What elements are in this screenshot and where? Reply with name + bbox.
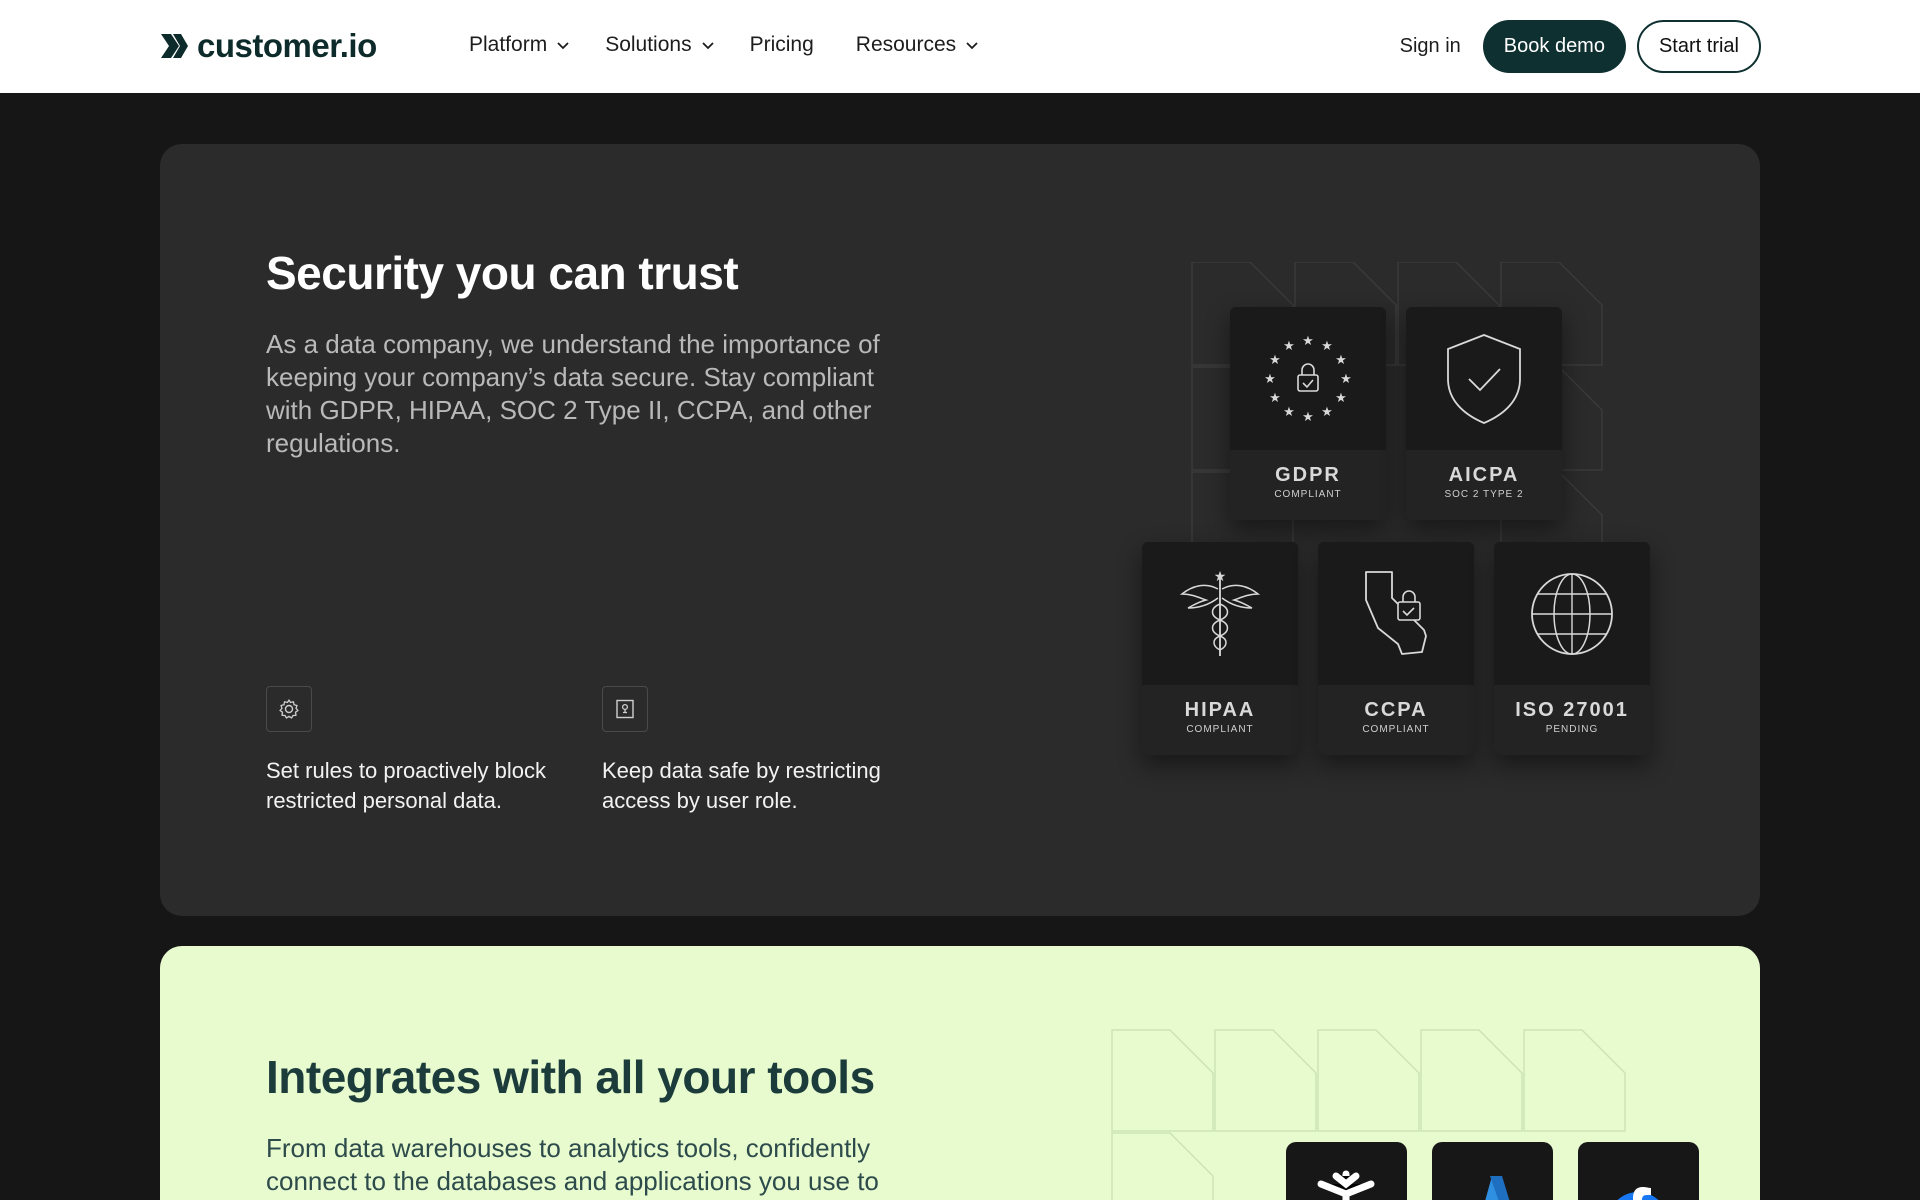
gear-icon: [266, 686, 312, 732]
svg-text:★: ★: [1302, 334, 1314, 349]
badge-name: ISO 27001: [1515, 699, 1629, 721]
nav-pricing-label: Pricing: [749, 33, 814, 56]
gdpr-badge: ★ ★ ★ ★ ★ ★ ★ ★ ★ ★ ★ ★ GDPR COMPLIANT: [1230, 307, 1386, 520]
nav-resources-label: Resources: [855, 33, 957, 56]
main-menu: Platform Solutions Pricing Resources: [469, 30, 1014, 60]
california-lock-icon: [1365, 570, 1427, 655]
facebook-tile: [1578, 1142, 1699, 1200]
start-trial-button[interactable]: Start trial: [1636, 20, 1761, 73]
badge-name: CCPA: [1364, 699, 1428, 721]
feature-role-access: Keep data safe by restricting access by …: [602, 686, 922, 816]
nav-solutions[interactable]: Solutions: [605, 30, 714, 60]
nav-platform[interactable]: Platform: [469, 30, 570, 60]
azure-tile: [1432, 1142, 1553, 1200]
svg-text:★: ★: [1214, 569, 1227, 585]
globe-icon: [1531, 572, 1613, 655]
ccpa-badge: CCPA COMPLIANT: [1318, 542, 1474, 755]
svg-text:★: ★: [1321, 405, 1333, 420]
aicpa-badge: AICPA SOC 2 TYPE 2: [1406, 307, 1562, 520]
top-navigation: customer.io Platform Solutions Pricing R…: [0, 0, 1920, 93]
integrations-title: Integrates with all your tools: [266, 1051, 875, 1103]
nav-actions: Sign in Book demo Start trial: [1400, 20, 1761, 73]
customerio-logo-icon: [161, 34, 188, 58]
svg-text:★: ★: [1283, 339, 1295, 354]
book-demo-button[interactable]: Book demo: [1482, 20, 1626, 73]
nav-solutions-label: Solutions: [605, 33, 692, 56]
snowflake-tile: [1286, 1142, 1407, 1200]
svg-text:★: ★: [1269, 391, 1281, 406]
chevron-down-icon: [966, 42, 978, 50]
svg-text:★: ★: [1264, 372, 1276, 387]
badge-sub: COMPLIANT: [1362, 724, 1430, 735]
logo[interactable]: customer.io: [159, 27, 377, 64]
nav-resources[interactable]: Resources: [856, 30, 979, 60]
badge-sub: COMPLIANT: [1274, 489, 1342, 500]
azure-icon: [1485, 1176, 1510, 1200]
badge-sub: PENDING: [1545, 724, 1599, 735]
eu-stars-lock-icon: ★ ★★ ★★★ ★★★ ★★★: [1264, 334, 1352, 425]
shield-check-icon: [1447, 333, 1521, 424]
feature-block-rules: Set rules to proactively block restricte…: [266, 686, 586, 816]
svg-text:★: ★: [1269, 353, 1281, 368]
svg-text:★: ★: [1302, 410, 1314, 425]
nav-platform-label: Platform: [469, 33, 548, 56]
badge-name: AICPA: [1448, 464, 1520, 486]
badge-name: GDPR: [1275, 464, 1341, 486]
svg-text:★: ★: [1335, 391, 1347, 406]
integrations-card: Integrates with all your tools From data…: [160, 946, 1760, 1200]
badge-sub: SOC 2 TYPE 2: [1444, 489, 1524, 500]
badge-sub: COMPLIANT: [1186, 724, 1254, 735]
nav-pricing[interactable]: Pricing: [750, 30, 814, 60]
svg-text:★: ★: [1283, 405, 1295, 420]
svg-text:★: ★: [1340, 372, 1352, 387]
logo-text: customer.io: [197, 27, 377, 64]
facebook-icon: [1617, 1187, 1659, 1200]
chevron-down-icon: [701, 42, 714, 50]
lock-box-icon: [602, 686, 648, 732]
sign-in-link[interactable]: Sign in: [1400, 35, 1461, 58]
integrations-description: From data warehouses to analytics tools,…: [266, 1133, 879, 1196]
svg-text:★: ★: [1335, 353, 1347, 368]
security-card: Security you can trust As a data company…: [160, 144, 1760, 916]
badge-name: HIPAA: [1184, 699, 1256, 721]
security-title: Security you can trust: [266, 247, 739, 299]
hipaa-badge: ★ HIPAA COMPLIANT: [1142, 542, 1298, 755]
snowflake-icon: [1317, 1170, 1375, 1200]
caduceus-icon: ★: [1179, 569, 1261, 656]
iso-27001-badge: ISO 27001 PENDING: [1494, 542, 1650, 755]
feature-text: Keep data safe by restricting access by …: [602, 758, 881, 813]
chevron-down-icon: [557, 42, 569, 50]
svg-text:★: ★: [1321, 339, 1333, 354]
feature-text: Set rules to proactively block restricte…: [266, 758, 547, 813]
security-description: As a data company, we understand the imp…: [266, 329, 880, 458]
